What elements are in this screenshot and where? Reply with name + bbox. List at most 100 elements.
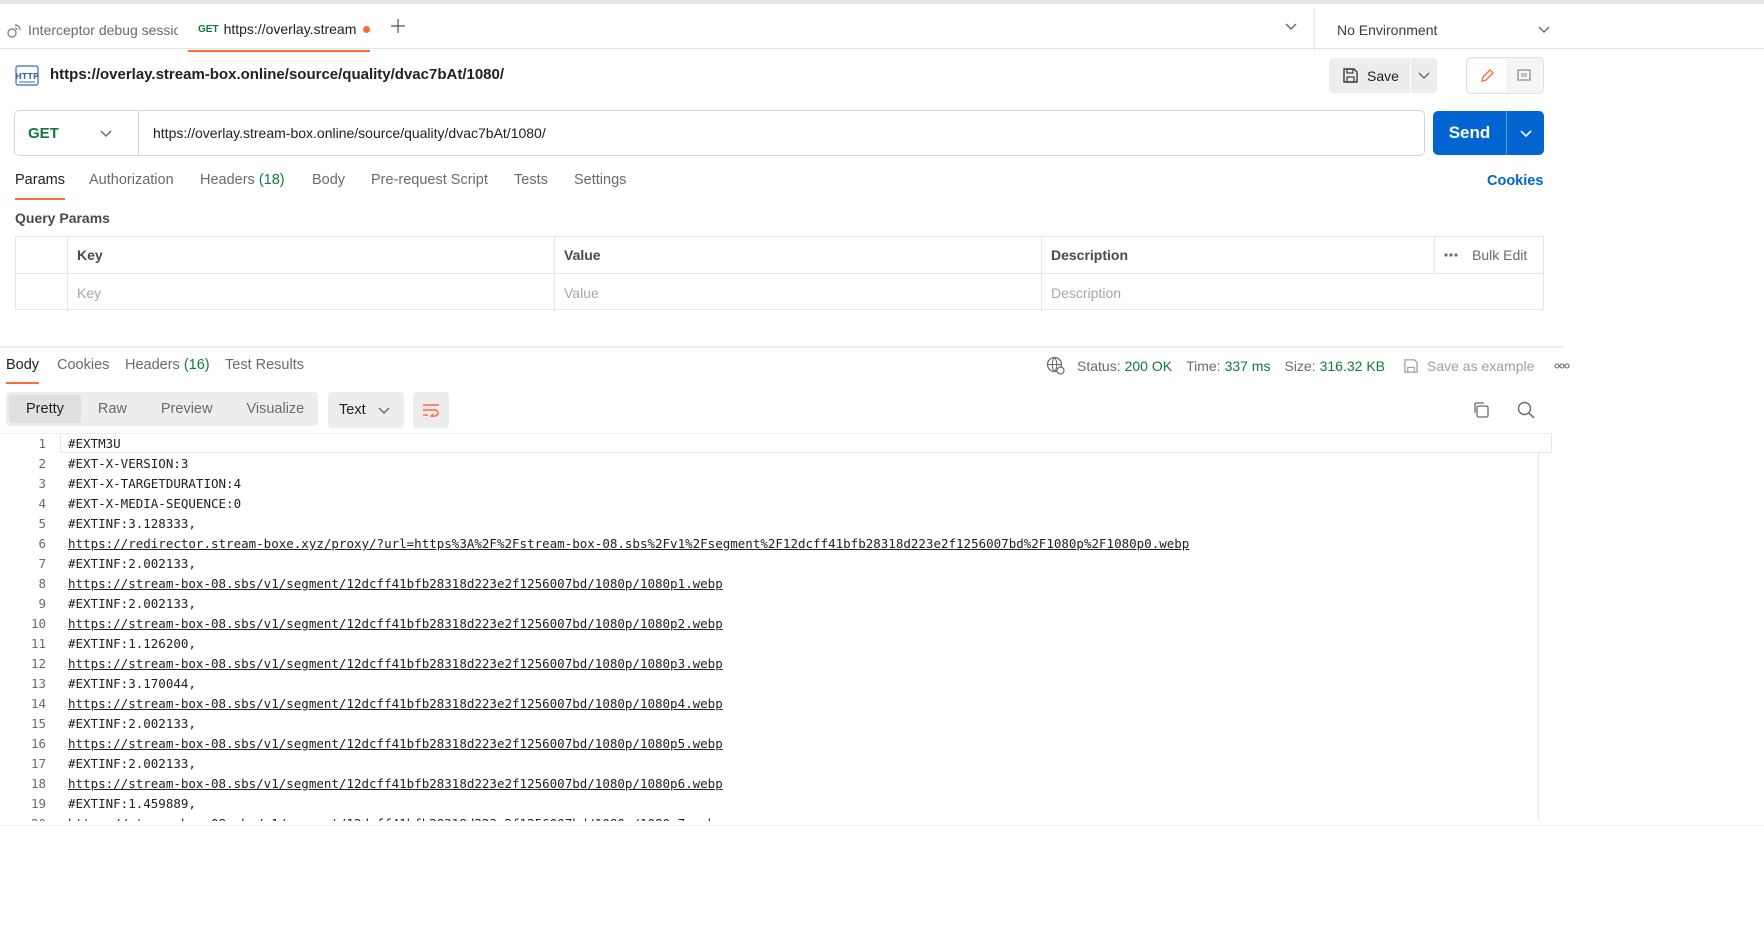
save-as-example-label: Save as example xyxy=(1427,357,1535,374)
line-number: 9 xyxy=(38,596,46,611)
tab-label: https://overlay.stream-t xyxy=(223,21,358,37)
code-text: #EXTINF:2.002133, xyxy=(68,716,196,731)
code-text: #EXT-X-VERSION:3 xyxy=(68,456,189,471)
code-line: 17 #EXTINF:2.002133, xyxy=(0,754,1540,774)
search-button[interactable] xyxy=(1517,401,1535,419)
send-options-button[interactable] xyxy=(1506,111,1544,155)
save-as-example-button[interactable]: Save as example xyxy=(1403,358,1538,374)
line-number: 18 xyxy=(30,776,46,791)
code-line: 14 https://stream-box-08.sbs/v1/segment/1… xyxy=(0,694,1540,714)
code-text: #EXT-X-TARGETDURATION:4 xyxy=(68,476,242,491)
code-link[interactable]: https://stream-box-08.sbs/v1/segment/12d… xyxy=(68,774,723,794)
response-divider[interactable] xyxy=(0,346,1564,348)
tab-active-request[interactable]: GET https://overlay.stream-t xyxy=(188,8,370,52)
tabs-dropdown-button[interactable] xyxy=(1284,22,1298,32)
response-headers-label: Headers xyxy=(125,357,180,373)
code-line: 7 #EXTINF:2.002133, xyxy=(0,554,1540,574)
response-tab-body[interactable]: Body xyxy=(6,357,40,384)
new-tab-button[interactable] xyxy=(390,18,406,34)
table-header-row: Key Value Description Bulk Edit xyxy=(16,237,1543,274)
environment-selector[interactable]: No Environment xyxy=(1314,8,1764,52)
chevron-down-icon xyxy=(1284,22,1298,32)
tab-label: Interceptor debug sessior xyxy=(28,22,178,38)
save-options-button[interactable] xyxy=(1410,58,1437,93)
line-number: 19 xyxy=(30,796,46,811)
globe-icon[interactable] xyxy=(1046,356,1065,375)
more-icon[interactable] xyxy=(1554,362,1570,369)
save-button[interactable]: Save xyxy=(1329,58,1410,93)
response-headers-count: (16) xyxy=(183,357,210,373)
key-input[interactable]: Key xyxy=(67,274,554,311)
code-link[interactable]: https://stream-box-08.sbs/v1/segment/12d… xyxy=(68,734,723,754)
time-value: 337 ms xyxy=(1224,357,1271,374)
description-input[interactable]: Description xyxy=(1041,274,1545,311)
cookies-link[interactable]: Cookies xyxy=(1487,173,1543,189)
environment-label: No Environment xyxy=(1337,22,1438,38)
line-number: 2 xyxy=(38,456,46,471)
view-preview[interactable]: Preview xyxy=(144,395,230,423)
code-line: 1 #EXTM3U xyxy=(0,434,1540,454)
response-tab-test-results[interactable]: Test Results xyxy=(225,357,304,384)
code-line: 2 #EXT-X-VERSION:3 xyxy=(0,454,1540,474)
code-text: #EXTINF:1.126200, xyxy=(68,636,196,651)
tab-params[interactable]: Params xyxy=(15,172,65,200)
view-pretty[interactable]: Pretty xyxy=(9,395,81,423)
column-key: Key xyxy=(67,237,554,273)
tab-tests[interactable]: Tests xyxy=(514,172,548,200)
tab-body[interactable]: Body xyxy=(312,172,345,200)
response-body-viewer[interactable]: 1 #EXTM3U 2 #EXT-X-VERSION:3 3 #EXT-X-TARGETD… xyxy=(0,433,1552,821)
value-input[interactable]: Value xyxy=(554,274,1041,311)
code-link[interactable]: https://stream-box-08.sbs/v1/segment/12d… xyxy=(68,574,723,594)
tab-authorization[interactable]: Authorization xyxy=(89,172,174,200)
code-line: 12 https://stream-box-08.sbs/v1/segment/1… xyxy=(0,654,1540,674)
code-link[interactable]: https://stream-box-08.sbs/v1/segment/12d… xyxy=(68,654,723,674)
code-line: 4 #EXT-X-MEDIA-SEQUENCE:0 xyxy=(0,494,1540,514)
save-button-group: Save xyxy=(1329,58,1437,93)
method-select[interactable]: GET xyxy=(15,111,139,155)
bulk-edit-button[interactable]: Bulk Edit xyxy=(1472,247,1527,263)
code-link[interactable]: https://redirector.stream-boxe.xyz/proxy… xyxy=(68,534,1189,554)
format-select[interactable]: Text xyxy=(328,392,404,428)
response-tab-headers[interactable]: Headers (16) xyxy=(125,357,210,384)
wrap-lines-button[interactable] xyxy=(413,392,449,428)
send-button[interactable]: Send xyxy=(1433,123,1506,143)
tab-prerequest-script[interactable]: Pre-request Script xyxy=(371,172,488,200)
code-link[interactable]: https://stream-box-08.sbs/v1/segment/12d… xyxy=(68,614,723,634)
unsaved-dot xyxy=(363,25,370,33)
plus-icon xyxy=(390,18,406,34)
code-link[interactable]: https://stream-box-08.sbs/v1/segment/12d… xyxy=(68,694,723,714)
code-line: 18 https://stream-box-08.sbs/v1/segment/1… xyxy=(0,774,1540,794)
edit-mode-button[interactable] xyxy=(1468,59,1506,92)
more-icon[interactable] xyxy=(1444,253,1458,257)
line-number: 20 xyxy=(0,814,46,821)
code-link[interactable]: https://stream-box-08.sbs/v1/segment/12d… xyxy=(68,814,723,821)
save-label: Save xyxy=(1367,67,1399,84)
code-scrollbar[interactable] xyxy=(1538,452,1552,820)
copy-button[interactable] xyxy=(1472,401,1490,419)
view-visualize[interactable]: Visualize xyxy=(229,395,321,423)
copy-icon xyxy=(1472,401,1490,419)
tab-settings[interactable]: Settings xyxy=(574,172,626,200)
satellite-icon xyxy=(6,22,23,39)
tab-interceptor[interactable]: Interceptor debug sessior xyxy=(6,8,186,52)
code-text: #EXT-X-MEDIA-SEQUENCE:0 xyxy=(68,496,242,511)
line-number: 8 xyxy=(38,576,46,591)
line-number: 1 xyxy=(38,436,46,451)
code-line: 3 #EXT-X-TARGETDURATION:4 xyxy=(0,474,1540,494)
line-number: 4 xyxy=(38,496,46,511)
url-input[interactable] xyxy=(139,125,1409,141)
line-number: 5 xyxy=(38,516,46,531)
tab-headers[interactable]: Headers (18) xyxy=(200,172,285,200)
line-number: 12 xyxy=(30,656,46,671)
query-params-title: Query Params xyxy=(15,210,110,226)
code-text: #EXTINF:3.128333, xyxy=(68,516,196,531)
code-line: 11 #EXTINF:1.126200, xyxy=(0,634,1540,654)
view-raw[interactable]: Raw xyxy=(81,395,144,423)
column-description: Description xyxy=(1041,237,1434,273)
bulk-edit-area: Bulk Edit xyxy=(1434,237,1545,273)
view-toggle-group xyxy=(1466,57,1544,94)
comments-button[interactable] xyxy=(1506,59,1544,92)
request-title[interactable]: https://overlay.stream-box.online/source… xyxy=(50,66,504,83)
response-tab-cookies[interactable]: Cookies xyxy=(57,357,109,384)
tab-bar: Interceptor debug sessior GET https://ov… xyxy=(0,0,1764,52)
